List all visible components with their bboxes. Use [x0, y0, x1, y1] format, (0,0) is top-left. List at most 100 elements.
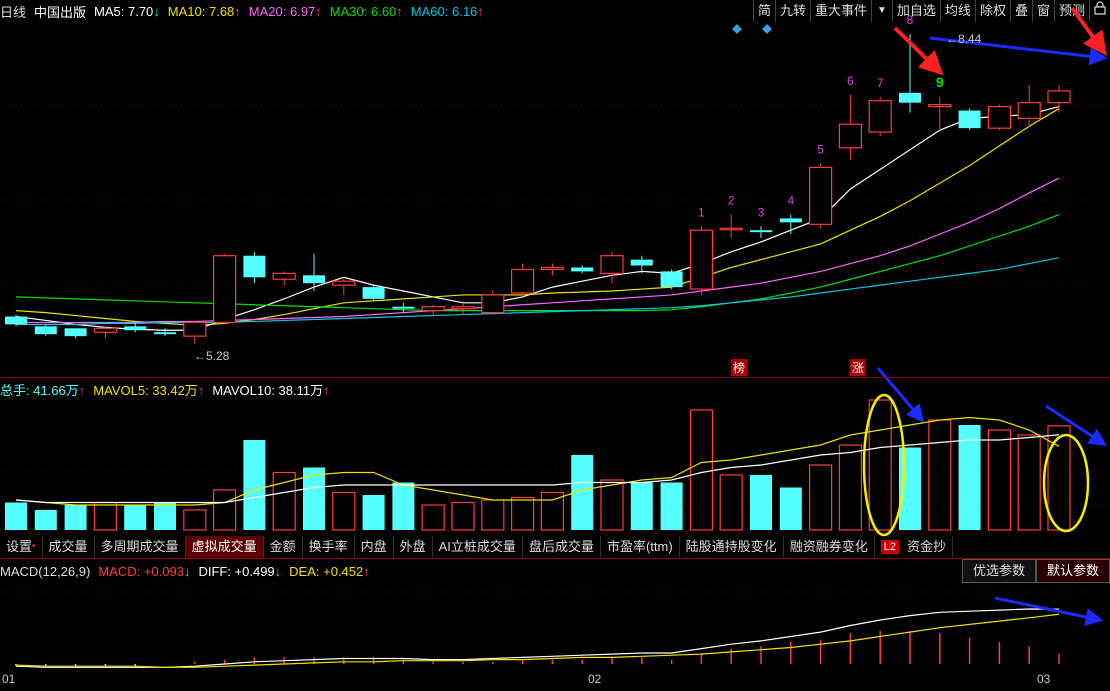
candle-body [868, 100, 892, 133]
volume-bar [243, 440, 266, 530]
candle-body [1047, 90, 1071, 104]
volume-bar [64, 505, 87, 530]
tab-10[interactable]: 市盈率(ttm) [601, 536, 680, 558]
volume-bar [689, 409, 714, 531]
event-diamond-icon [762, 24, 772, 34]
volume-bar [93, 501, 118, 531]
diff-readout: DIFF: +0.499↓ [198, 563, 282, 579]
ma5-line [15, 106, 1060, 331]
volume-bar [779, 487, 802, 530]
candle-body [303, 275, 325, 284]
candle-body [808, 166, 833, 225]
candle-body [928, 104, 952, 108]
default-params-button[interactable]: 默认参数 [1035, 559, 1110, 583]
ma60-line [16, 257, 1060, 325]
l2-badge[interactable]: L2 [880, 540, 899, 554]
blue-arrow-icon [994, 596, 1104, 626]
tab-12[interactable]: 融资融券变化 [784, 536, 875, 558]
event-diamond-icon [732, 24, 742, 34]
volume-bar [540, 491, 565, 531]
mavol10-readout: MAVOL10: 38.11万↑ [212, 382, 330, 398]
candle-body [689, 229, 714, 290]
settings-dot-icon: • [32, 541, 36, 552]
candle-body [750, 230, 772, 233]
tab-9[interactable]: 盘后成交量 [523, 536, 601, 558]
candle-body [5, 316, 27, 325]
volume-bar [1017, 434, 1041, 531]
tab-14[interactable]: 资金抄 [901, 536, 953, 558]
ma20-line [16, 177, 1060, 324]
volume-bar [451, 501, 475, 531]
optimized-params-button[interactable]: 优选参数 [961, 559, 1036, 583]
volume-bar [750, 475, 772, 530]
candle-body [332, 280, 356, 286]
candle-body [511, 268, 535, 294]
x-axis-label: 02 [588, 672, 602, 686]
volume-bar [868, 399, 892, 531]
volume-bar [183, 509, 207, 531]
board-list-tag[interactable]: 榜 [731, 359, 748, 376]
nine-turn-label: 3 [758, 205, 765, 219]
candle-body [660, 271, 683, 288]
nine-turn-label: 5 [817, 142, 824, 156]
volume-bar [332, 491, 356, 531]
volume-bar [660, 482, 683, 530]
nine-turn-label: 8 [907, 13, 914, 27]
candle-body [899, 92, 921, 103]
tab-0[interactable]: 设置• [0, 536, 43, 558]
nine-turn-label: 9 [936, 74, 944, 90]
tab-6[interactable]: 内盘 [355, 536, 394, 558]
candle-body [183, 321, 207, 337]
candle-body [154, 332, 176, 335]
nine-turn-label: 4 [787, 194, 794, 208]
candle-body [243, 255, 266, 278]
tab-7[interactable]: 外盘 [394, 536, 433, 558]
tab-3[interactable]: 虚拟成交量 [185, 536, 264, 558]
candle-body [571, 267, 594, 272]
nine-turn-label: 7 [877, 76, 884, 90]
candle-body [481, 294, 505, 314]
red-arrow-icon [893, 26, 944, 76]
macd-title: MACD(12,26,9) [0, 563, 91, 579]
stock-chart-canvas: 1 2 3 4 5 6 7 8 9 [0, 6, 1110, 668]
candle-body [93, 327, 118, 333]
macd-readout: MACD: +0.093↓ [98, 563, 191, 579]
limit-up-tag[interactable]: 涨 [850, 359, 867, 376]
tab-11[interactable]: 陆股通持股变化 [680, 536, 784, 558]
candle-body [213, 255, 237, 324]
volume-bar [928, 419, 952, 531]
macd-param-buttons: 优选参数 默认参数 [961, 559, 1110, 583]
candle-body [34, 326, 57, 335]
tab-4[interactable]: 金额 [264, 536, 303, 558]
panel-separator [0, 558, 1110, 559]
ma10-line [15, 108, 1060, 326]
tab-2[interactable]: 多周期成交量 [95, 536, 186, 558]
candle-body [540, 266, 565, 271]
volume-bar [1047, 425, 1071, 531]
candle-body [451, 306, 475, 310]
candle-body [272, 272, 296, 280]
macd-header: MACD(12,26,9) MACD: +0.093↓ DIFF: +0.499… [0, 562, 370, 580]
candle-body [719, 227, 743, 231]
nine-turn-label: 1 [698, 205, 705, 219]
nine-turn-label: 2 [728, 194, 735, 208]
volume-bar [5, 502, 27, 530]
candle-body [600, 255, 624, 274]
volume-bar [838, 444, 863, 531]
volume-bar [124, 505, 147, 530]
candle-body [392, 306, 415, 309]
indicator-tabs: 设置• 成交量 多周期成交量 虚拟成交量 金额 换手率 内盘 外盘 AI立桩成交量 盘后成交量 市盈… [0, 536, 953, 558]
volume-bar [421, 504, 445, 531]
tab-8[interactable]: AI立桩成交量 [433, 536, 523, 558]
red-arrow-icon [1070, 6, 1107, 56]
total-volume-readout: 总手: 41.66万↑ [0, 382, 86, 398]
volume-bar [600, 479, 624, 531]
candle-body [362, 287, 385, 299]
candle-body [630, 259, 653, 266]
tab-1[interactable]: 成交量 [43, 536, 95, 558]
candle-body [838, 123, 863, 149]
mavol5-readout: MAVOL5: 33.42万↑ [93, 382, 205, 398]
dea-readout: DEA: +0.452↑ [289, 563, 370, 579]
dea-line [15, 613, 1060, 668]
tab-5[interactable]: 换手率 [303, 536, 355, 558]
